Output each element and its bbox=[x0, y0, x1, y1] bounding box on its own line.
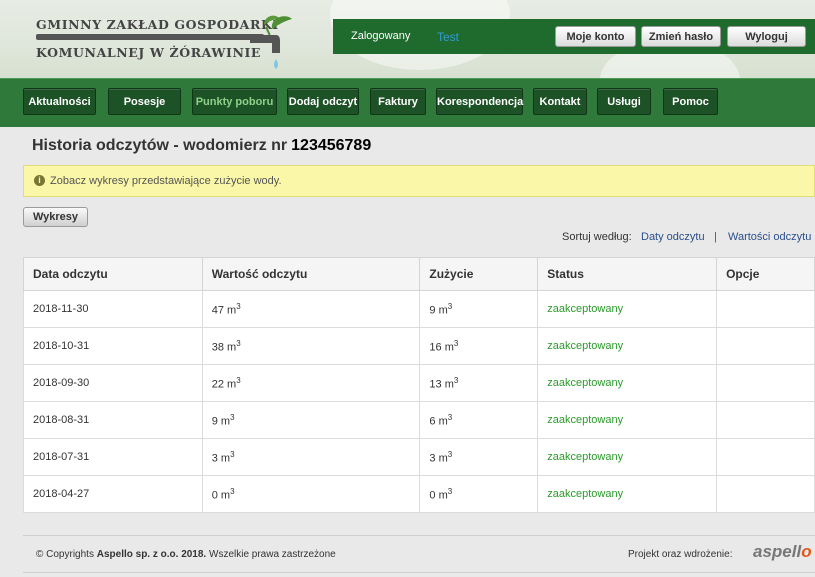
reading-date: 2018-09-30 bbox=[23, 364, 203, 402]
table-row: 2018-10-31 38 m3 16 m3 zaakceptowany bbox=[23, 327, 815, 365]
table-row: 2018-04-27 0 m3 0 m3 zaakceptowany bbox=[23, 475, 815, 513]
reading-value: 22 m3 bbox=[201, 364, 421, 402]
page-title-text: Historia odczytów - wodomierz nr bbox=[32, 137, 288, 154]
reading-status: zaakceptowany bbox=[537, 290, 718, 328]
column-header-date[interactable]: Data odczytu bbox=[23, 257, 203, 291]
sort-by-value-link[interactable]: Wartości odczytu bbox=[728, 231, 811, 243]
table-row: 2018-08-31 9 m3 6 m3 zaakceptowany bbox=[23, 401, 815, 439]
reading-date: 2018-04-27 bbox=[23, 475, 203, 513]
readings-table: Data odczytu Wartość odczytu Zużycie Sta… bbox=[23, 257, 815, 513]
footer-divider bbox=[23, 535, 815, 536]
reading-options bbox=[716, 438, 815, 476]
logout-button[interactable]: Wyloguj bbox=[727, 26, 806, 47]
reading-options bbox=[716, 401, 815, 439]
reading-usage: 13 m3 bbox=[419, 364, 539, 402]
table-row: 2018-09-30 22 m3 13 m3 zaakceptowany bbox=[23, 364, 815, 402]
copyright-text: © Copyrights Aspello sp. z o.o. 2018. Ws… bbox=[36, 549, 336, 560]
charts-button[interactable]: Wykresy bbox=[23, 207, 88, 227]
info-icon: i bbox=[34, 175, 45, 186]
change-password-button[interactable]: Zmień hasło bbox=[641, 26, 721, 47]
reading-date: 2018-11-30 bbox=[23, 290, 203, 328]
reading-value: 0 m3 bbox=[201, 475, 421, 513]
reading-usage: 3 m3 bbox=[419, 438, 539, 476]
reading-value: 38 m3 bbox=[201, 327, 421, 365]
table-row: 2018-07-31 3 m3 3 m3 zaakceptowany bbox=[23, 438, 815, 476]
info-text: Zobacz wykresy przedstawiające zużycie w… bbox=[50, 175, 282, 187]
project-label: Projekt oraz wdrożenie: bbox=[628, 549, 733, 560]
reading-usage: 9 m3 bbox=[419, 290, 539, 328]
aspello-logo[interactable]: aspello bbox=[753, 542, 812, 562]
nav-item-dodaj-odczyt[interactable]: Dodaj odczyt bbox=[287, 88, 359, 115]
nav-item-posesje[interactable]: Posesje bbox=[108, 88, 181, 115]
nav-item-punkty-poboru[interactable]: Punkty poboru bbox=[192, 88, 277, 115]
reading-status: zaakceptowany bbox=[537, 438, 718, 476]
logo-line-2: KOMUNALNEJ W ŻÓRAWINIE bbox=[36, 45, 262, 60]
reading-status: zaakceptowany bbox=[537, 401, 718, 439]
reading-options bbox=[716, 364, 815, 402]
column-header-options: Opcje bbox=[716, 257, 815, 291]
nav-item-faktury[interactable]: Faktury bbox=[370, 88, 426, 115]
reading-options bbox=[716, 290, 815, 328]
column-header-value[interactable]: Wartość odczytu bbox=[201, 257, 421, 291]
nav-item-uslugi[interactable]: Usługi bbox=[597, 88, 651, 115]
reading-date: 2018-08-31 bbox=[23, 401, 203, 439]
sort-label: Sortuj według: bbox=[562, 231, 632, 243]
reading-value: 9 m3 bbox=[201, 401, 421, 439]
water-tap-leaf-icon bbox=[250, 15, 292, 69]
reading-usage: 16 m3 bbox=[419, 327, 539, 365]
logo-line-1: GMINNY ZAKŁAD GOSPODARKI bbox=[36, 17, 279, 32]
info-box: i Zobacz wykresy przedstawiające zużycie… bbox=[23, 165, 815, 197]
reading-options bbox=[716, 475, 815, 513]
reading-usage: 6 m3 bbox=[419, 401, 539, 439]
column-header-usage: Zużycie bbox=[419, 257, 539, 291]
reading-date: 2018-10-31 bbox=[23, 327, 203, 365]
table-header-row: Data odczytu Wartość odczytu Zużycie Sta… bbox=[23, 257, 815, 291]
nav-item-korespondencja[interactable]: Korespondencja bbox=[436, 88, 523, 115]
nav-item-kontakt[interactable]: Kontakt bbox=[533, 88, 587, 115]
reading-value: 3 m3 bbox=[201, 438, 421, 476]
nav-item-aktualnosci[interactable]: Aktualności bbox=[23, 88, 96, 115]
logo-pipe bbox=[36, 34, 264, 40]
user-name: Test bbox=[437, 30, 460, 44]
footer-bottom-divider bbox=[23, 572, 815, 573]
reading-status: zaakceptowany bbox=[537, 475, 718, 513]
reading-status: zaakceptowany bbox=[537, 364, 718, 402]
page-title: Historia odczytów - wodomierz nr 12345678… bbox=[32, 137, 371, 155]
reading-usage: 0 m3 bbox=[419, 475, 539, 513]
logged-in-label: Zalogowany bbox=[351, 30, 411, 42]
my-account-button[interactable]: Moje konto bbox=[555, 26, 636, 47]
reading-date: 2018-07-31 bbox=[23, 438, 203, 476]
meter-number: 123456789 bbox=[291, 137, 372, 154]
main-navigation: Aktualności Posesje Punkty poboru Dodaj … bbox=[0, 78, 815, 127]
user-bar: Zalogowany Test Moje konto Zmień hasło W… bbox=[333, 19, 815, 54]
reading-options bbox=[716, 327, 815, 365]
column-header-status: Status bbox=[537, 257, 718, 291]
sort-separator: | bbox=[714, 231, 717, 243]
sort-by-date-link[interactable]: Daty odczytu bbox=[641, 231, 705, 243]
nav-item-pomoc[interactable]: Pomoc bbox=[663, 88, 718, 115]
table-row: 2018-11-30 47 m3 9 m3 zaakceptowany bbox=[23, 290, 815, 328]
site-logo[interactable]: GMINNY ZAKŁAD GOSPODARKI KOMUNALNEJ W ŻÓ… bbox=[36, 10, 292, 70]
reading-value: 47 m3 bbox=[201, 290, 421, 328]
reading-status: zaakceptowany bbox=[537, 327, 718, 365]
